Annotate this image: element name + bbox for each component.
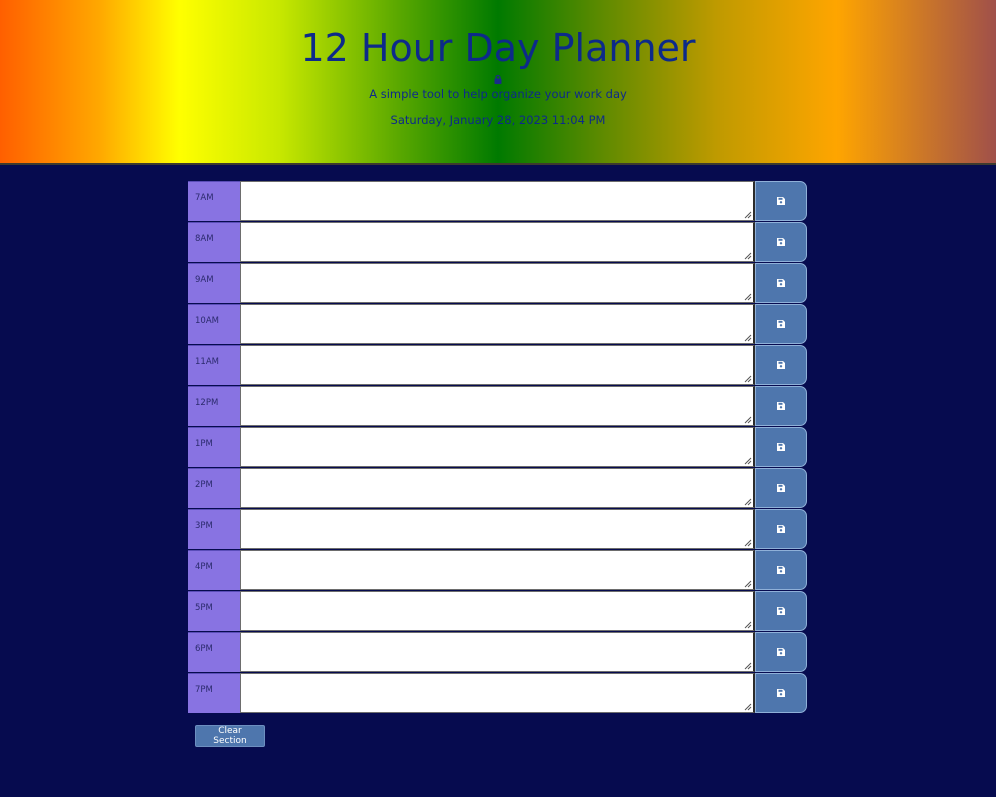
description-field[interactable]: [240, 345, 755, 385]
description-input[interactable]: [241, 346, 753, 384]
description-field[interactable]: [240, 222, 755, 262]
save-button[interactable]: [755, 632, 807, 672]
description-field[interactable]: [240, 468, 755, 508]
hour-label: 9AM: [188, 263, 240, 303]
time-block-row: 6PM: [188, 632, 808, 673]
clear-section-button[interactable]: Clear Section: [195, 725, 265, 747]
lock-icon: [494, 75, 502, 84]
resize-grip-icon[interactable]: [743, 292, 752, 301]
resize-grip-icon[interactable]: [743, 374, 752, 383]
floppy-disk-icon: [777, 525, 785, 533]
time-block-row: 12PM: [188, 386, 808, 427]
resize-grip-icon[interactable]: [743, 333, 752, 342]
description-input[interactable]: [241, 674, 753, 712]
description-input[interactable]: [241, 510, 753, 548]
floppy-disk-icon: [777, 443, 785, 451]
time-block-row: 7AM: [188, 181, 808, 222]
resize-grip-icon[interactable]: [743, 456, 752, 465]
description-input[interactable]: [241, 551, 753, 589]
description-field[interactable]: [240, 632, 755, 672]
resize-grip-icon[interactable]: [743, 415, 752, 424]
save-button[interactable]: [755, 181, 807, 221]
resize-grip-icon[interactable]: [743, 497, 752, 506]
page-header: 12 Hour Day Planner A simple tool to hel…: [0, 0, 996, 165]
hour-label: 12PM: [188, 386, 240, 426]
save-button[interactable]: [755, 304, 807, 344]
hour-label: 2PM: [188, 468, 240, 508]
description-input[interactable]: [241, 387, 753, 425]
description-input[interactable]: [241, 223, 753, 261]
time-block-row: 3PM: [188, 509, 808, 550]
page-title: 12 Hour Day Planner: [300, 26, 696, 70]
time-block-row: 2PM: [188, 468, 808, 509]
time-block-row: 8AM: [188, 222, 808, 263]
save-button[interactable]: [755, 591, 807, 631]
floppy-disk-icon: [777, 361, 785, 369]
description-field[interactable]: [240, 509, 755, 549]
page-subtitle: A simple tool to help organize your work…: [369, 87, 627, 101]
description-input[interactable]: [241, 592, 753, 630]
time-block-row: 1PM: [188, 427, 808, 468]
description-field[interactable]: [240, 673, 755, 713]
time-block-row: 5PM: [188, 591, 808, 632]
floppy-disk-icon: [777, 197, 785, 205]
resize-grip-icon[interactable]: [743, 251, 752, 260]
floppy-disk-icon: [777, 607, 785, 615]
description-input[interactable]: [241, 469, 753, 507]
description-field[interactable]: [240, 591, 755, 631]
time-block-row: 10AM: [188, 304, 808, 345]
hour-label: 5PM: [188, 591, 240, 631]
floppy-disk-icon: [777, 320, 785, 328]
floppy-disk-icon: [777, 689, 785, 697]
time-block-row: 11AM: [188, 345, 808, 386]
description-field[interactable]: [240, 427, 755, 467]
save-button[interactable]: [755, 345, 807, 385]
hour-label: 4PM: [188, 550, 240, 590]
hour-label: 11AM: [188, 345, 240, 385]
time-block-row: 7PM: [188, 673, 808, 714]
description-input[interactable]: [241, 264, 753, 302]
resize-grip-icon[interactable]: [743, 210, 752, 219]
floppy-disk-icon: [777, 484, 785, 492]
hour-label: 7AM: [188, 181, 240, 221]
description-field[interactable]: [240, 304, 755, 344]
hour-label: 6PM: [188, 632, 240, 672]
save-button[interactable]: [755, 468, 807, 508]
description-input[interactable]: [241, 305, 753, 343]
hour-label: 7PM: [188, 673, 240, 713]
floppy-disk-icon: [777, 566, 785, 574]
save-button[interactable]: [755, 550, 807, 590]
save-button[interactable]: [755, 673, 807, 713]
save-button[interactable]: [755, 427, 807, 467]
time-block-row: 9AM: [188, 263, 808, 304]
description-field[interactable]: [240, 550, 755, 590]
time-block-row: 4PM: [188, 550, 808, 591]
floppy-disk-icon: [777, 279, 785, 287]
floppy-disk-icon: [777, 648, 785, 656]
hour-label: 3PM: [188, 509, 240, 549]
resize-grip-icon[interactable]: [743, 620, 752, 629]
description-input[interactable]: [241, 428, 753, 466]
save-button[interactable]: [755, 386, 807, 426]
floppy-disk-icon: [777, 238, 785, 246]
resize-grip-icon[interactable]: [743, 702, 752, 711]
description-field[interactable]: [240, 263, 755, 303]
resize-grip-icon[interactable]: [743, 538, 752, 547]
resize-grip-icon[interactable]: [743, 579, 752, 588]
save-button[interactable]: [755, 263, 807, 303]
hour-label: 1PM: [188, 427, 240, 467]
floppy-disk-icon: [777, 402, 785, 410]
save-button[interactable]: [755, 509, 807, 549]
hour-label: 8AM: [188, 222, 240, 262]
description-field[interactable]: [240, 181, 755, 221]
resize-grip-icon[interactable]: [743, 661, 752, 670]
save-button[interactable]: [755, 222, 807, 262]
current-day: Saturday, January 28, 2023 11:04 PM: [390, 113, 606, 127]
description-field[interactable]: [240, 386, 755, 426]
planner-container: 7AM 8AM 9AM 10AM 11AM 12PM 1PM 2PM 3PM 4…: [188, 181, 808, 714]
description-input[interactable]: [241, 182, 753, 220]
hour-label: 10AM: [188, 304, 240, 344]
description-input[interactable]: [241, 633, 753, 671]
